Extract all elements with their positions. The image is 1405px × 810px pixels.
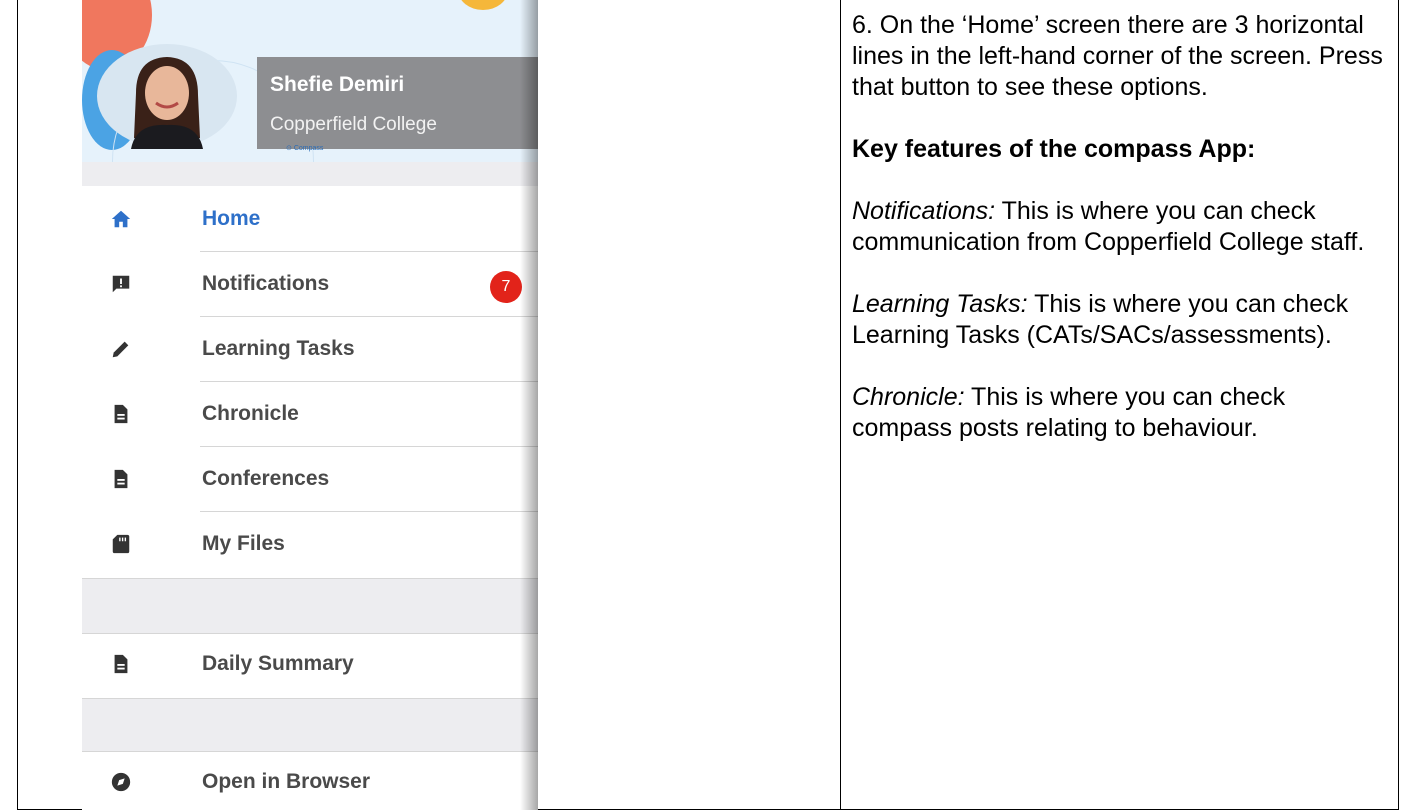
menu-spacer xyxy=(82,162,538,186)
features-heading: Key features of the compass App: xyxy=(852,135,1256,163)
compass-globe-icon xyxy=(111,772,131,792)
menu-item-label: Conferences xyxy=(202,467,330,490)
menu-item-label: Home xyxy=(202,207,261,230)
document-icon xyxy=(114,654,128,674)
document-icon xyxy=(114,469,128,489)
divider xyxy=(200,251,538,252)
menu-item-chronicle[interactable]: Chronicle xyxy=(82,383,538,447)
menu-item-home[interactable]: Home xyxy=(82,188,538,252)
decor-shape xyxy=(458,0,508,10)
step-paragraph: 6. On the ‘Home’ screen there are 3 hori… xyxy=(852,11,1383,101)
notification-badge: 7 xyxy=(490,271,522,303)
menu-item-conferences[interactable]: Conferences xyxy=(82,448,538,512)
feature-term: Learning Tasks: xyxy=(852,290,1028,318)
school-name: Copperfield College xyxy=(270,114,437,135)
divider xyxy=(200,381,538,382)
user-name: Shefie Demiri xyxy=(270,73,405,96)
menu-spacer xyxy=(82,698,538,752)
menu-item-my-files[interactable]: My Files xyxy=(82,513,538,577)
feature-paragraph: Notifications: This is where you can che… xyxy=(852,196,1387,258)
divider xyxy=(200,446,538,447)
menu-item-label: Daily Summary xyxy=(202,652,354,675)
feature-paragraph: Learning Tasks: This is where you can ch… xyxy=(852,289,1387,351)
feature-term: Chronicle: xyxy=(852,383,965,411)
menu-item-label: My Files xyxy=(202,532,285,555)
table-divider xyxy=(840,0,841,809)
feature-term: Notifications: xyxy=(852,197,996,225)
menu-item-label: Open in Browser xyxy=(202,770,371,793)
app-screenshot: Shefie Demiri Copperfield College ⊙ Comp… xyxy=(82,0,538,810)
menu-item-learning-tasks[interactable]: Learning Tasks xyxy=(82,318,538,382)
menu-item-notifications[interactable]: Notifications 7 xyxy=(82,253,538,317)
divider xyxy=(200,316,538,317)
profile-name-box: Shefie Demiri Copperfield College xyxy=(257,57,538,149)
menu-item-open-in-browser[interactable]: Open in Browser xyxy=(82,751,538,810)
logo-text: Compass xyxy=(293,145,324,152)
document-icon xyxy=(114,404,128,424)
home-icon xyxy=(111,210,131,228)
avatar xyxy=(97,44,237,149)
menu-item-label: Chronicle xyxy=(202,402,299,425)
instruction-text: 6. On the ‘Home’ screen there are 3 hori… xyxy=(852,10,1387,475)
compass-logo: ⊙ Compass xyxy=(286,145,324,152)
chat-alert-icon xyxy=(112,275,130,293)
menu-item-label: Learning Tasks xyxy=(202,337,355,360)
sd-card-icon xyxy=(112,534,130,554)
divider xyxy=(200,511,538,512)
drawer-shadow xyxy=(520,0,538,810)
profile-header: Shefie Demiri Copperfield College ⊙ Comp… xyxy=(82,0,538,162)
feature-paragraph: Chronicle: This is where you can check c… xyxy=(852,382,1387,444)
menu-item-daily-summary[interactable]: Daily Summary xyxy=(82,633,538,697)
menu-spacer xyxy=(82,578,538,634)
menu-item-label: Notifications xyxy=(202,272,330,295)
pencil-icon xyxy=(112,341,129,358)
